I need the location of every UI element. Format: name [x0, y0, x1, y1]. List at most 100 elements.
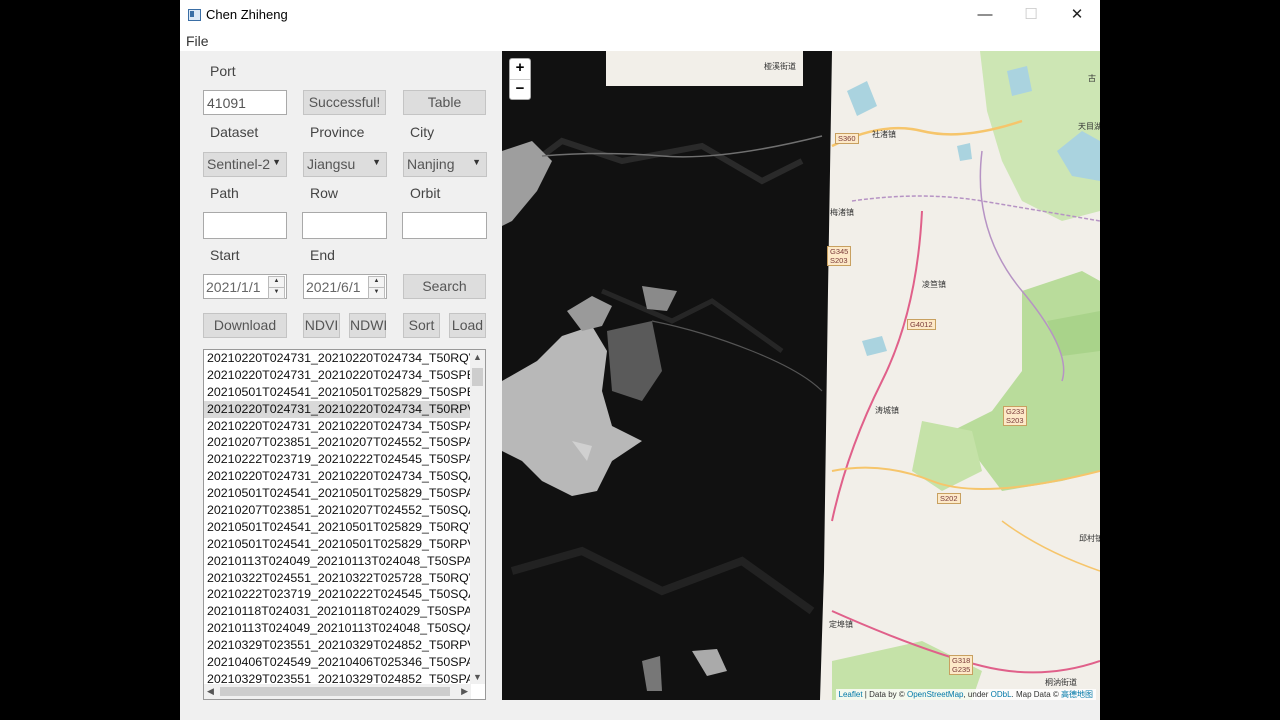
menu-file[interactable]: File: [186, 33, 209, 49]
map-place-label: 定埠镇: [829, 620, 853, 629]
dataset-label: Dataset: [210, 124, 259, 140]
dataset-select[interactable]: Sentinel-2 ▼: [203, 152, 287, 177]
row-input[interactable]: [302, 212, 387, 239]
scroll-up-icon[interactable]: ▲: [473, 352, 482, 362]
spin-down-icon[interactable]: ▼: [368, 287, 385, 299]
list-item[interactable]: 20210329T023551_20210329T024852_T50RPV: [204, 637, 485, 654]
list-item[interactable]: 20210220T024731_20210220T024734_T50RPV: [204, 400, 485, 418]
list-item[interactable]: 20210222T023719_20210222T024545_T50SQA: [204, 586, 485, 603]
city-select-value: Nanjing: [407, 156, 455, 172]
horizontal-scrollbar[interactable]: ◀ ▶: [204, 684, 471, 699]
end-date-value: 2021/6/1: [306, 279, 361, 295]
osm-link[interactable]: OpenStreetMap: [907, 690, 963, 699]
minimize-button[interactable]: —: [962, 0, 1008, 30]
menu-bar: File: [180, 30, 1100, 51]
map-place-label: 桐汭街道: [1045, 678, 1077, 687]
map-place-label: 桠溪街道: [764, 62, 796, 71]
odbl-link[interactable]: ODbL: [991, 690, 1012, 699]
start-date-value: 2021/1/1: [206, 279, 261, 295]
map-attribution: Leaflet | Data by © OpenStreetMap, under…: [835, 689, 1096, 700]
attribution-text: . Map Data ©: [1011, 690, 1061, 699]
connect-button[interactable]: Successful!: [303, 90, 386, 115]
map-place-label: 天目湖: [1078, 122, 1100, 131]
orbit-input[interactable]: [402, 212, 487, 239]
spin-down-icon[interactable]: ▼: [268, 287, 285, 299]
ndwi-button[interactable]: NDWI: [349, 313, 387, 338]
scroll-right-icon[interactable]: ▶: [461, 686, 468, 697]
map-road-label: G345 S203: [827, 246, 851, 266]
list-item[interactable]: 20210118T024031_20210118T024029_T50SPA: [204, 603, 485, 620]
map-place-label: 凌笪镇: [922, 280, 946, 289]
vertical-scrollbar[interactable]: ▲ ▼: [470, 350, 485, 684]
dataset-select-value: Sentinel-2: [207, 156, 271, 172]
download-button[interactable]: Download: [203, 313, 287, 338]
chevron-down-icon: ▼: [472, 157, 481, 167]
start-date-picker[interactable]: 2021/1/1 ▲ ▼: [203, 274, 287, 299]
path-input[interactable]: [203, 212, 287, 239]
window-title: Chen Zhiheng: [206, 7, 288, 22]
province-label: Province: [310, 124, 365, 140]
start-label: Start: [210, 247, 240, 263]
list-item[interactable]: 20210207T023851_20210207T024552_T50SPA: [204, 434, 485, 451]
city-label: City: [410, 124, 435, 140]
chevron-down-icon: ▼: [272, 157, 281, 167]
results-list[interactable]: 20210220T024731_20210220T024734_T50RQV 20…: [203, 349, 486, 700]
map-place-label: 涛城镇: [875, 406, 899, 415]
list-item[interactable]: 20210113T024049_20210113T024048_T50SQA: [204, 620, 485, 637]
provider-link[interactable]: 高德地图: [1061, 690, 1093, 699]
scroll-left-icon[interactable]: ◀: [207, 686, 214, 697]
map-place-label: 古: [1088, 74, 1096, 83]
map-canvas: [502, 51, 1100, 700]
vertical-scroll-thumb[interactable]: [472, 368, 483, 386]
ndvi-button[interactable]: NDVI: [303, 313, 340, 338]
zoom-control: + −: [509, 58, 531, 100]
list-item[interactable]: 20210322T024551_20210322T025728_T50RQV: [204, 570, 485, 587]
province-select[interactable]: Jiangsu ▼: [303, 152, 387, 177]
list-item[interactable]: 20210501T024541_20210501T025829_T50RPV: [204, 536, 485, 553]
results-list-items: 20210220T024731_20210220T024734_T50RQV 20…: [204, 350, 485, 688]
attribution-text: | Data by ©: [862, 690, 907, 699]
port-label: Port: [210, 63, 236, 79]
search-button[interactable]: Search: [403, 274, 486, 299]
leaflet-link[interactable]: Leaflet: [839, 690, 863, 699]
map-place-label: 梅渚镇: [830, 208, 854, 217]
map-view[interactable]: 桠溪街道 社渚镇 梅渚镇 凌笪镇 涛城镇 邱村镇 定埠镇 桐汭街道 古 天目湖 …: [502, 51, 1100, 700]
list-item[interactable]: 20210501T024541_20210501T025829_T50SPB: [204, 384, 485, 401]
chevron-down-icon: ▼: [372, 157, 381, 167]
map-road-label: S202: [937, 493, 961, 504]
list-item[interactable]: 20210207T023851_20210207T024552_T50SQA: [204, 502, 485, 519]
list-item[interactable]: 20210113T024049_20210113T024048_T50SPA: [204, 553, 485, 570]
list-item[interactable]: 20210220T024731_20210220T024734_T50SPA: [204, 418, 485, 435]
map-place-label: 社渚镇: [872, 130, 896, 139]
list-item[interactable]: 20210220T024731_20210220T024734_T50SQA: [204, 468, 485, 485]
end-date-picker[interactable]: 2021/6/1 ▲ ▼: [303, 274, 387, 299]
end-label: End: [310, 247, 335, 263]
map-place-label: 邱村镇: [1079, 534, 1100, 543]
list-item[interactable]: 20210220T024731_20210220T024734_T50SPB: [204, 367, 485, 384]
list-item[interactable]: 20210222T023719_20210222T024545_T50SPA: [204, 451, 485, 468]
list-item[interactable]: 20210406T024549_20210406T025346_T50SPA: [204, 654, 485, 671]
zoom-in-button[interactable]: +: [510, 59, 530, 80]
maximize-button[interactable]: ☐: [1008, 0, 1054, 30]
orbit-label: Orbit: [410, 185, 441, 201]
city-select[interactable]: Nanjing ▼: [403, 152, 487, 177]
map-road-label: G233 S203: [1003, 406, 1027, 426]
app-window: Chen Zhiheng — ☐ ✕ File Port 41091 Succe…: [180, 0, 1100, 720]
province-select-value: Jiangsu: [307, 156, 356, 172]
list-item[interactable]: 20210220T024731_20210220T024734_T50RQV: [204, 350, 485, 367]
attribution-text: , under: [963, 690, 991, 699]
close-button[interactable]: ✕: [1054, 0, 1100, 30]
scroll-down-icon[interactable]: ▼: [473, 672, 482, 682]
title-bar: Chen Zhiheng — ☐ ✕: [180, 0, 1100, 30]
list-item[interactable]: 20210501T024541_20210501T025829_T50SPA: [204, 485, 485, 502]
map-road-label: G318 G235: [949, 655, 973, 675]
app-icon: [188, 9, 201, 21]
zoom-out-button[interactable]: −: [510, 80, 530, 100]
load-button[interactable]: Load: [449, 313, 486, 338]
sort-button[interactable]: Sort: [403, 313, 440, 338]
horizontal-scroll-thumb[interactable]: [220, 687, 450, 696]
list-item[interactable]: 20210501T024541_20210501T025829_T50RQV: [204, 519, 485, 536]
map-road-label: S360: [835, 133, 859, 144]
port-input[interactable]: 41091: [203, 90, 287, 115]
table-button[interactable]: Table: [403, 90, 486, 115]
